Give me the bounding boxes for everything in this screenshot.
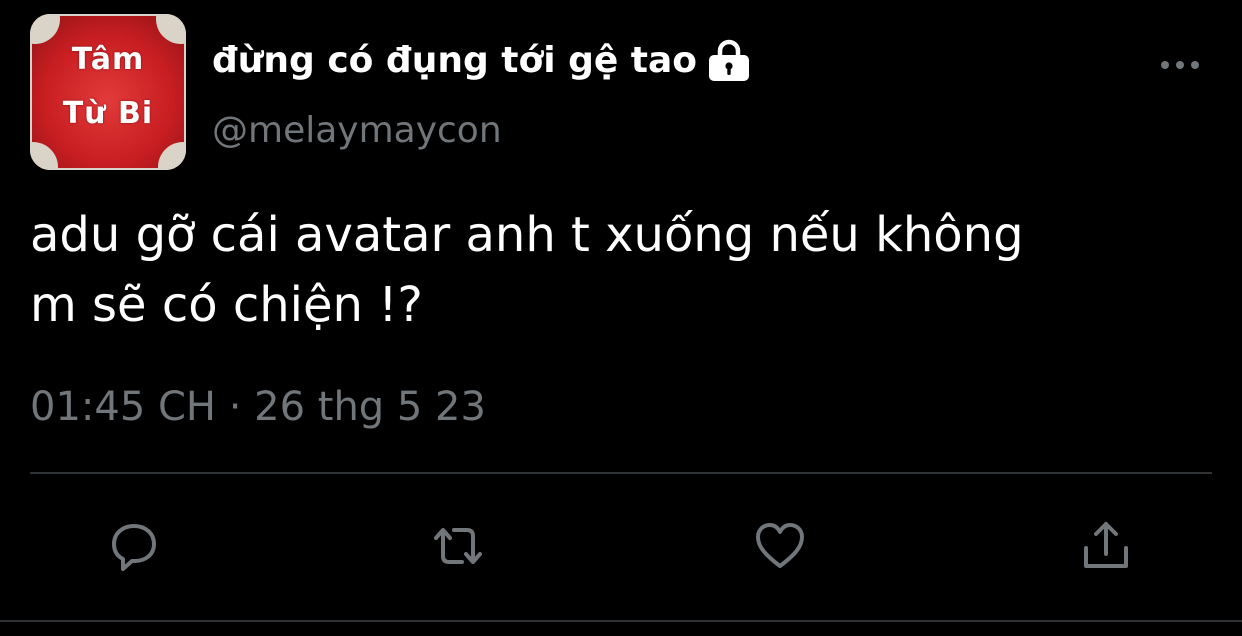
tweet: Tâm Từ Bi đừng có đụng tới gệ tao @melay… [0,0,1242,636]
avatar[interactable]: Tâm Từ Bi [30,14,186,170]
like-button[interactable] [750,516,810,576]
retweet-icon [434,528,482,564]
retweet-button[interactable] [428,516,488,576]
avatar-text-line-1: Tâm [71,42,145,77]
handle[interactable]: @melaymaycon [212,110,502,151]
divider [0,620,1242,622]
author-name-row[interactable]: đừng có đụng tới gệ tao [212,34,753,86]
share-button[interactable] [1076,516,1136,576]
avatar-corner [156,14,186,44]
avatar-corner [30,14,60,44]
heart-icon [756,523,804,568]
timestamp[interactable]: 01:45 CH · 26 thg 5 23 [30,384,486,430]
avatar-text-line-2: Từ Bi [62,96,154,131]
tweet-text: adu gỡ cái avatar anh t xuống nếu không … [30,207,1024,333]
divider [30,472,1212,474]
more-horizontal-icon[interactable] [1158,52,1202,78]
reply-icon [112,524,156,571]
lock-icon [705,38,753,82]
share-icon [1084,522,1128,568]
avatar-corner [30,142,58,170]
avatar-corner [158,142,186,170]
display-name[interactable]: đừng có đụng tới gệ tao [212,40,697,81]
reply-button[interactable] [104,516,164,576]
